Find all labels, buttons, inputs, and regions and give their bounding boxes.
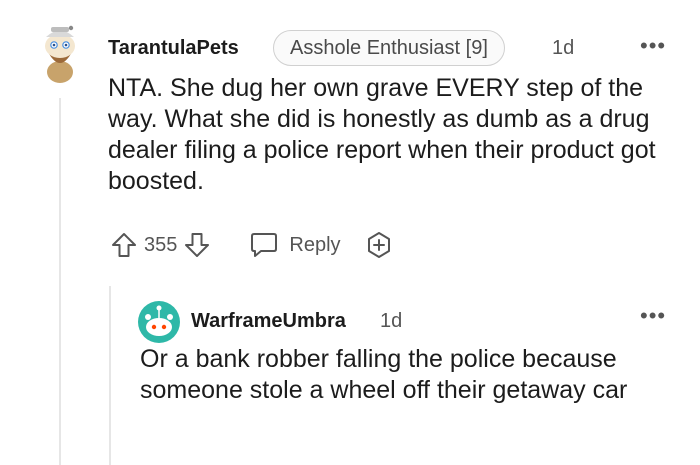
snoo-avatar-icon[interactable] — [137, 300, 181, 344]
reply-more-options-button[interactable]: ••• — [640, 303, 666, 329]
reply-button[interactable]: Reply — [249, 231, 341, 259]
downvote-arrow-icon — [185, 233, 210, 257]
more-options-button[interactable]: ••• — [640, 33, 666, 59]
add-award-icon — [367, 232, 390, 258]
comment-body: NTA. She dug her own grave EVERY step of… — [108, 74, 656, 195]
downvote-button[interactable] — [181, 229, 213, 261]
vote-score: 355 — [144, 233, 178, 256]
comment-username[interactable]: TarantulaPets — [108, 37, 239, 60]
upvote-button[interactable] — [108, 229, 140, 261]
reply-thread-line[interactable] — [109, 286, 111, 465]
reply-age[interactable]: 1d — [380, 310, 402, 333]
comment-actions: 355 Reply — [108, 228, 395, 262]
speech-bubble-icon — [251, 233, 278, 257]
reply-body: Or a bank robber falling the police beca… — [140, 345, 628, 404]
user-flair: Asshole Enthusiast [9] — [273, 30, 505, 66]
reply-username[interactable]: WarframeUmbra — [191, 310, 346, 333]
reply-label: Reply — [289, 233, 341, 256]
snoo-avatar-icon[interactable] — [38, 22, 82, 84]
comment-age[interactable]: 1d — [552, 37, 574, 60]
award-button[interactable] — [363, 229, 395, 261]
upvote-arrow-icon — [112, 233, 136, 257]
thread-line[interactable] — [59, 98, 61, 465]
